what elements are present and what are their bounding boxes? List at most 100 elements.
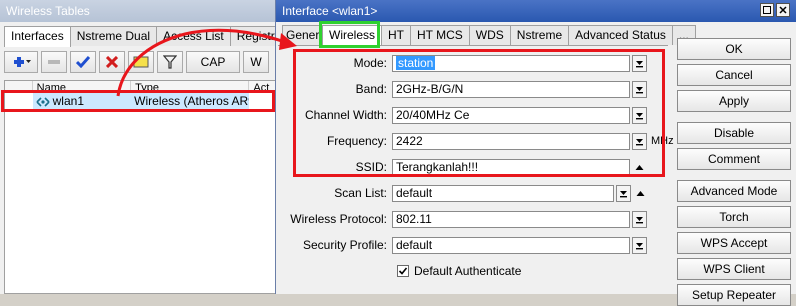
scan-list-label: Scan List: <box>334 186 387 200</box>
checkmark-icon <box>76 56 90 68</box>
minus-icon <box>48 60 60 64</box>
ssid-label: SSID: <box>355 160 387 174</box>
mode-select[interactable]: station <box>392 54 630 72</box>
band-dropdown-button[interactable] <box>632 80 647 98</box>
chevron-down-icon <box>620 190 627 197</box>
remove-button[interactable] <box>41 51 67 73</box>
default-authenticate-checkbox[interactable] <box>397 265 409 277</box>
channel-width-label: Channel Width: <box>304 108 387 122</box>
channel-width-select[interactable]: 20/40MHz Ce <box>392 106 630 124</box>
cancel-button[interactable]: Cancel <box>677 64 791 86</box>
ssid-row: SSID: Terangkanlah!!! <box>278 157 647 177</box>
security-profile-select[interactable]: default <box>392 236 630 254</box>
wireless-settings-panel: Mode: station Band: 2GHz-B/G/N Channel W… <box>278 45 674 294</box>
setup-repeater-button[interactable]: Setup Repeater <box>677 284 791 306</box>
ssid-input[interactable]: Terangkanlah!!! <box>392 158 630 176</box>
tab-wds[interactable]: WDS <box>468 25 511 45</box>
channel-width-row: Channel Width: 20/40MHz Ce <box>278 105 647 125</box>
chevron-down-icon <box>636 112 643 119</box>
filter-icon <box>163 55 177 69</box>
chevron-down-icon <box>636 60 643 67</box>
apply-button[interactable]: Apply <box>677 90 791 112</box>
tab-nstreme-dual[interactable]: Nstreme Dual <box>69 26 158 46</box>
wireless-protocol-select[interactable]: 802.11 <box>392 210 630 228</box>
band-label: Band: <box>355 82 387 96</box>
advanced-mode-button[interactable]: Advanced Mode <box>677 180 791 202</box>
interface-window: Interface <wlan1> Genera Wireless HT HT … <box>275 0 796 306</box>
comment-button[interactable] <box>128 51 154 73</box>
tab-wireless[interactable]: Wireless <box>322 25 383 46</box>
scan-list-select[interactable]: default <box>392 184 614 202</box>
security-profile-label: Security Profile: <box>302 238 387 252</box>
wireless-tables-title: Wireless Tables <box>0 0 280 22</box>
tab-ht[interactable]: HT <box>381 25 412 45</box>
ok-button[interactable]: OK <box>677 38 791 60</box>
note-icon <box>133 56 149 68</box>
interface-tabbar: Genera Wireless HT HT MCS WDS Nstreme Ad… <box>282 25 696 46</box>
scan-list-row: Scan List: default <box>278 183 648 203</box>
chevron-up-icon <box>635 164 644 170</box>
x-icon <box>106 56 118 68</box>
mode-dropdown-button[interactable] <box>632 54 647 72</box>
band-row: Band: 2GHz-B/G/N <box>278 79 647 99</box>
wps-client-button[interactable]: WPS Client <box>677 258 791 280</box>
mode-row: Mode: station <box>278 53 647 73</box>
restore-icon <box>763 6 771 14</box>
interfaces-table: Name Type Act wlan1 Wireless (Atheros AR… <box>4 80 280 294</box>
chevron-down-icon <box>636 138 643 145</box>
disable-button[interactable]: Disable <box>677 122 791 144</box>
wireless-protocol-row: Wireless Protocol: 802.11 <box>278 209 647 229</box>
chevron-down-icon <box>636 86 643 93</box>
wps-accept-button[interactable]: WPS Accept <box>677 232 791 254</box>
enable-button[interactable] <box>70 51 96 73</box>
default-authenticate-row: Default Authenticate <box>397 263 521 279</box>
band-select[interactable]: 2GHz-B/G/N <box>392 80 630 98</box>
frequency-dropdown-button[interactable] <box>632 132 647 150</box>
scan-list-dropdown-button[interactable] <box>616 184 631 202</box>
wireless-protocol-dropdown-button[interactable] <box>632 210 647 228</box>
wireless-tables-toolbar: CAP W <box>4 49 269 75</box>
checkmark-icon <box>398 267 408 275</box>
row-name: wlan1 <box>52 94 84 108</box>
security-profile-row: Security Profile: default <box>278 235 647 255</box>
add-icon <box>14 57 31 67</box>
wifi-scan-button[interactable]: W <box>243 51 269 73</box>
ssid-collapse-button[interactable] <box>632 159 647 176</box>
mode-value: station <box>396 55 436 70</box>
chevron-up-icon <box>636 190 645 196</box>
cap-button[interactable]: CAP <box>186 51 240 73</box>
torch-button[interactable]: Torch <box>677 206 791 228</box>
tab-general[interactable]: Genera <box>282 25 323 45</box>
table-row[interactable]: wlan1 Wireless (Atheros AR9... <box>5 93 279 110</box>
tab-interfaces[interactable]: Interfaces <box>4 26 71 47</box>
default-authenticate-label: Default Authenticate <box>414 264 522 278</box>
restore-button[interactable] <box>760 3 774 17</box>
row-name-cell: wlan1 <box>32 93 132 110</box>
wireless-protocol-label: Wireless Protocol: <box>290 212 387 226</box>
frequency-label: Frequency: <box>326 134 387 148</box>
frequency-row: Frequency: 2422 MHz <box>278 131 674 151</box>
scan-list-collapse-button[interactable] <box>633 185 648 202</box>
add-button[interactable] <box>4 51 38 73</box>
frequency-unit: MHz <box>651 135 674 147</box>
wireless-interface-icon <box>36 96 50 107</box>
close-icon <box>779 6 787 14</box>
tab-ht-mcs[interactable]: HT MCS <box>410 25 470 45</box>
interface-window-title: Interface <wlan1> <box>276 0 796 22</box>
tab-access-list[interactable]: Access List <box>156 26 231 46</box>
mode-label: Mode: <box>353 56 387 70</box>
comment-button[interactable]: Comment <box>677 148 791 170</box>
tab-advanced-status[interactable]: Advanced Status <box>568 25 673 45</box>
security-profile-dropdown-button[interactable] <box>632 236 647 254</box>
tab-nstreme[interactable]: Nstreme <box>509 25 570 45</box>
chevron-down-icon <box>636 242 643 249</box>
row-type: Wireless (Atheros AR9... <box>131 93 250 110</box>
frequency-select[interactable]: 2422 <box>392 132 630 150</box>
wireless-tables-window: Wireless Tables Interfaces Nstreme Dual … <box>0 0 308 294</box>
channel-width-dropdown-button[interactable] <box>632 106 647 124</box>
wireless-tables-tabbar: Interfaces Nstreme Dual Access List Regi… <box>4 26 308 47</box>
close-button[interactable] <box>776 3 790 17</box>
filter-button[interactable] <box>157 51 183 73</box>
disable-button[interactable] <box>99 51 125 73</box>
chevron-down-icon <box>636 216 643 223</box>
